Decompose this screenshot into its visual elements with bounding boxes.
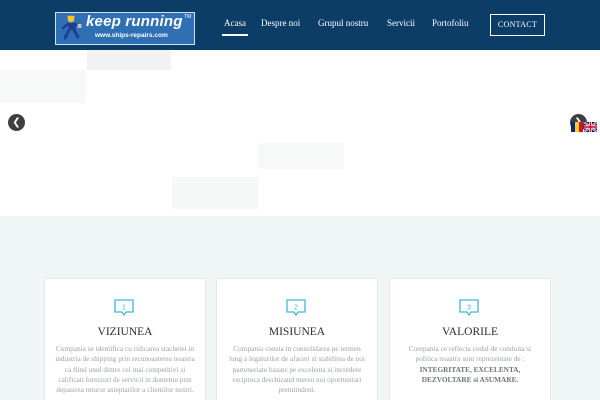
- running-worker-icon: [61, 15, 82, 40]
- number-badge-icon: 2: [286, 299, 306, 317]
- badge-number: 2: [294, 305, 298, 312]
- nav-item-despre-noi[interactable]: Despre noi: [261, 18, 300, 28]
- nav-item-acasa[interactable]: Acasa: [222, 18, 248, 36]
- nav-item-servicii[interactable]: Servicii: [387, 18, 415, 28]
- slide-placeholder: [172, 177, 258, 209]
- card-text: Compania se identifica cu ridicarea stac…: [55, 344, 195, 395]
- romanian-flag-icon[interactable]: [571, 122, 583, 132]
- card-title: VALORILE: [441, 326, 498, 338]
- feature-card-viziunea: 1 VIZIUNEA Compania se identifica cu rid…: [44, 278, 206, 400]
- badge-number: 1: [122, 305, 126, 312]
- slide-placeholder: [258, 143, 344, 169]
- number-badge-icon: 1: [114, 299, 134, 317]
- logo-trademark: TM: [184, 14, 192, 20]
- card-text: Compania ce reflecta codul de conduita s…: [400, 344, 540, 385]
- badge-number: 3: [467, 305, 471, 312]
- hero-slider: ❮ ❯: [0, 50, 600, 216]
- slide-placeholder: [0, 70, 86, 103]
- feature-card-valorile: 3 VALORILE Compania ce reflecta codul de…: [389, 278, 551, 400]
- english-flag-icon[interactable]: [583, 122, 597, 133]
- number-badge-icon: 3: [459, 299, 479, 317]
- feature-card-misiunea: 2 MISIUNEA Compania consta in consolidar…: [216, 278, 378, 400]
- card-text-intro: Compania ce reflecta codul de conduita s…: [408, 344, 532, 364]
- logo[interactable]: keep running TM www.ships-repairs.com: [55, 12, 195, 45]
- features-section: 1 VIZIUNEA Compania se identifica cu rid…: [0, 216, 600, 400]
- logo-title: keep running: [86, 13, 183, 30]
- logo-subtitle: www.ships-repairs.com: [95, 32, 168, 39]
- card-title: VIZIUNEA: [97, 326, 153, 338]
- slide-placeholder: [87, 50, 171, 70]
- nav-item-portofoliu[interactable]: Portofoliu: [432, 18, 469, 28]
- card-text-values: INTEGRITATE, EXCELENTA, DEZVOLTARE si AS…: [419, 364, 521, 384]
- chevron-left-icon[interactable]: ❮: [8, 114, 25, 131]
- nav-item-grupul-nostru[interactable]: Grupul nostru: [318, 18, 368, 28]
- language-flags: [571, 122, 597, 133]
- card-title: MISIUNEA: [268, 326, 326, 338]
- contact-button[interactable]: CONTACT: [490, 14, 545, 36]
- card-text: Compania consta in consolidarea pe terme…: [229, 344, 365, 395]
- site-header: keep running TM www.ships-repairs.com Ac…: [0, 0, 600, 50]
